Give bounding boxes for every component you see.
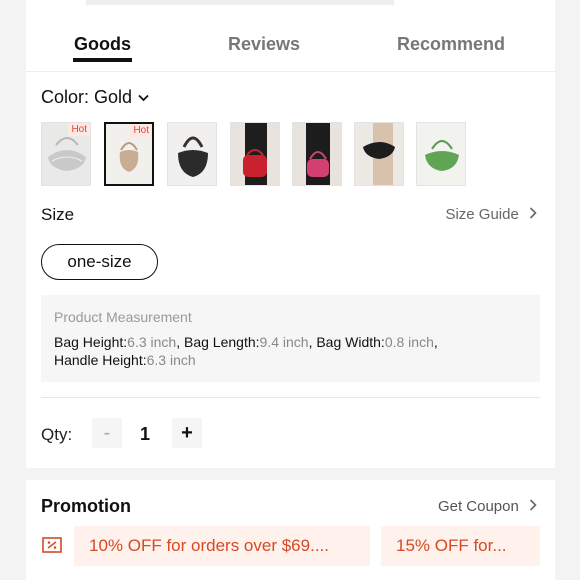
qty-increase-button[interactable]: + (172, 418, 202, 448)
active-tab-indicator (73, 58, 132, 62)
size-guide-label: Size Guide (445, 206, 519, 223)
size-guide-link[interactable]: Size Guide (445, 206, 537, 223)
qty-label: Qty: (41, 425, 73, 444)
promotion-card: Promotion Get Coupon 10% OFF for orders … (26, 480, 555, 580)
chevron-right-icon (529, 206, 537, 223)
color-selector[interactable]: Color: Gold (41, 87, 149, 108)
qty-decrease-button[interactable]: - (92, 418, 122, 448)
product-options-card: Goods Reviews Recommend Color: Gold Hot (26, 0, 555, 468)
promotion-title: Promotion (41, 496, 131, 516)
swatch-gold[interactable]: Hot (104, 122, 154, 186)
tab-bar: Goods Reviews Recommend (26, 28, 555, 72)
bag-length-label: Bag Length: (184, 334, 260, 350)
bag-height-label: Bag Height: (54, 334, 128, 350)
swatch-red[interactable] (230, 122, 280, 186)
divider (41, 397, 540, 398)
color-label: Color: Gold (41, 87, 133, 107)
bag-width-label: Bag Width: (316, 334, 385, 350)
get-coupon-label: Get Coupon (437, 498, 519, 515)
swatch-black[interactable] (167, 122, 217, 186)
top-strip (86, 0, 394, 5)
tab-reviews[interactable]: Reviews (228, 34, 300, 55)
promo-offer-1[interactable]: 10% OFF for orders over $69.... (74, 526, 370, 566)
swatch-green[interactable] (416, 122, 466, 186)
qty-value: 1 (140, 424, 151, 444)
chevron-down-icon (138, 91, 149, 105)
handle-height-label: Handle Height: (54, 352, 147, 368)
size-option-one-size[interactable]: one-size (41, 244, 158, 280)
chevron-right-icon (529, 498, 537, 515)
measurement-details: Bag Height:6.3 inch, Bag Length:9.4 inch… (54, 334, 438, 368)
swatch-black-model[interactable] (354, 122, 404, 186)
tab-recommend[interactable]: Recommend (397, 34, 505, 55)
handle-height-value: 6.3 inch (146, 352, 196, 368)
bag-length-value: 9.4 inch (259, 334, 309, 350)
swatch-silver[interactable]: Hot (41, 122, 91, 186)
promo-offer-2[interactable]: 15% OFF for... (381, 526, 540, 566)
coupon-icon (42, 537, 62, 558)
bag-height-value: 6.3 inch (127, 334, 177, 350)
tab-goods[interactable]: Goods (74, 34, 131, 55)
hot-badge: Hot (130, 124, 152, 137)
swatch-pink[interactable] (292, 122, 342, 186)
measurement-title: Product Measurement (54, 309, 192, 325)
size-label: Size (41, 205, 75, 224)
hot-badge: Hot (68, 123, 90, 136)
product-measurement-box: Product Measurement Bag Height:6.3 inch,… (41, 295, 540, 382)
get-coupon-link[interactable]: Get Coupon (438, 498, 537, 515)
bag-width-value: 0.8 inch (384, 334, 434, 350)
